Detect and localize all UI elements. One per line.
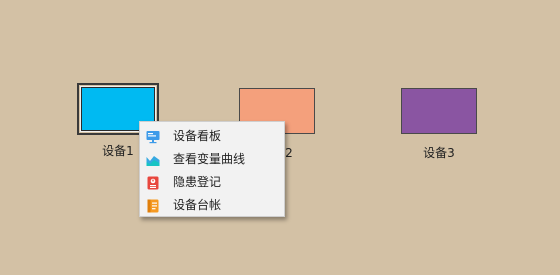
menu-item-label: 查看变量曲线 bbox=[173, 152, 246, 166]
area-chart-icon bbox=[146, 152, 160, 166]
menu-item-label: 设备台帐 bbox=[173, 198, 222, 212]
menu-item-label: 设备看板 bbox=[173, 129, 222, 143]
device-3[interactable]: 设备3 bbox=[401, 88, 477, 160]
ledger-icon bbox=[146, 198, 160, 213]
menu-item-device-dashboard[interactable]: 设备看板 bbox=[140, 125, 284, 148]
menu-item-device-ledger[interactable]: 设备台帐 bbox=[140, 194, 284, 217]
device-3-label: 设备3 bbox=[423, 146, 455, 160]
menu-item-view-variable-curve[interactable]: 查看变量曲线 bbox=[140, 148, 284, 171]
dashboard-monitor-icon bbox=[146, 129, 160, 144]
hazard-register-icon bbox=[146, 175, 160, 190]
menu-item-label: 隐患登记 bbox=[173, 175, 222, 189]
menu-item-hazard-register[interactable]: 隐患登记 bbox=[140, 171, 284, 194]
device-3-box[interactable] bbox=[401, 88, 477, 134]
context-menu: 设备看板 查看变量曲线 隐患登记 设备台帐 bbox=[139, 121, 285, 217]
